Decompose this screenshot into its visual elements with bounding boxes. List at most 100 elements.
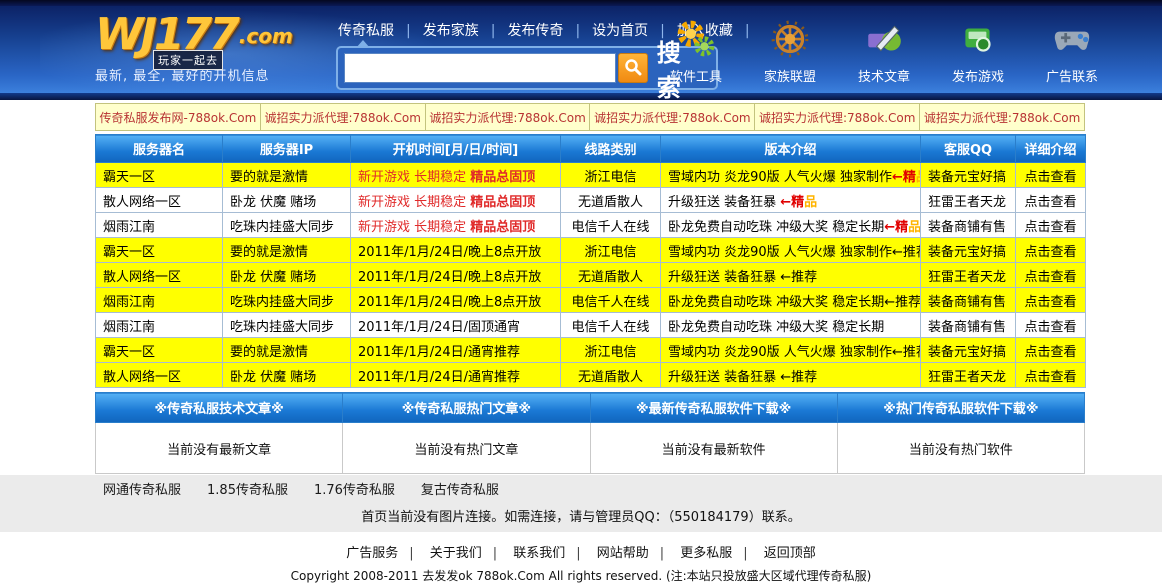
server-name: 散人网络一区 xyxy=(96,363,223,388)
col-header-server-name: 服务器名 xyxy=(96,135,223,163)
quick-link-ad-contact[interactable]: 广告联系 xyxy=(1038,18,1106,85)
footer-link-contact-us[interactable]: 联系我们 xyxy=(513,546,591,561)
admin-notice: 首页当前没有图片连接。如需连接，请与管理员QQ：（550184179）联系。 xyxy=(0,506,1162,525)
promo-link[interactable]: 诚招实力派代理:788ok.Com xyxy=(425,104,590,131)
tag-link-185[interactable]: 1.85传奇私服 xyxy=(207,479,288,498)
quick-link-tech-articles[interactable]: 技术文章 xyxy=(850,18,918,85)
version-intro: 升级狂送 装备狂暴 ←推荐 xyxy=(661,263,921,288)
header-main: WJ177.com 玩家一起去 最新, 最全, 最好的开机信息 传奇私服 发布家… xyxy=(0,6,1162,93)
publish-game-icon xyxy=(957,18,999,60)
detail-link[interactable]: 点击查看 xyxy=(1016,163,1086,188)
server-name: 霸天一区 xyxy=(96,238,223,263)
version-intro: 雪域内功 炎龙90版 人气火爆 独家制作←精品 xyxy=(661,163,921,188)
open-time: 2011年/1月/24日/晚上8点开放 xyxy=(351,288,561,313)
gray-band: 网通传奇私服 1.85传奇私服 1.76传奇私服 复古传奇私服 首页当前没有图片… xyxy=(0,475,1162,532)
promo-link[interactable]: 诚招实力派代理:788ok.Com xyxy=(755,104,920,131)
col-header-line-type: 线路类别 xyxy=(561,135,661,163)
detail-link[interactable]: 点击查看 xyxy=(1016,363,1086,388)
server-name: 烟雨江南 xyxy=(96,288,223,313)
server-name: 霸天一区 xyxy=(96,163,223,188)
table-row: 烟雨江南 吃珠内挂盛大同步 2011年/1月/24日/固顶通宵 电信千人在线 卧… xyxy=(96,313,1086,338)
promo-link[interactable]: 诚招实力派代理:788ok.Com xyxy=(590,104,755,131)
line-type: 无道盾散人 xyxy=(561,363,661,388)
col-header-version: 版本介绍 xyxy=(661,135,921,163)
version-intro: 雪域内功 炎龙90版 人气火爆 独家制作←推荐 xyxy=(661,338,921,363)
footer-link-more-servers[interactable]: 更多私服 xyxy=(680,546,758,561)
tag-link-fugu[interactable]: 复古传奇私服 xyxy=(421,479,499,498)
nav-publish-clan[interactable]: 发布家族 xyxy=(423,20,508,40)
server-name: 霸天一区 xyxy=(96,338,223,363)
nav-legend-private-server[interactable]: 传奇私服 xyxy=(338,20,423,40)
line-type: 无道盾散人 xyxy=(561,188,661,213)
gears-icon xyxy=(675,18,717,60)
logo-com: .com xyxy=(239,24,293,48)
pen-article-icon xyxy=(863,18,905,60)
detail-link[interactable]: 点击查看 xyxy=(1016,188,1086,213)
line-type: 浙江电信 xyxy=(561,238,661,263)
footer-link-about-us[interactable]: 关于我们 xyxy=(430,546,508,561)
open-time: 新开游戏 长期稳定 精品总固顶 xyxy=(351,213,561,238)
quick-link-clan-alliance[interactable]: 家族联盟 xyxy=(756,18,824,85)
col-header-detail: 详细介绍 xyxy=(1016,135,1086,163)
table-row: 散人网络一区 卧龙 伏魔 赌场 新开游戏 长期稳定 精品总固顶 无道盾散人 升级… xyxy=(96,188,1086,213)
footer-nav: 广告服务 关于我们 联系我们 网站帮助 更多私服 返回顶部 xyxy=(0,542,1162,561)
search-bar: 搜索 xyxy=(336,46,718,90)
site-logo[interactable]: WJ177.com 玩家一起去 最新, 最全, 最好的开机信息 xyxy=(95,12,335,92)
server-ip: 卧龙 伏魔 赌场 xyxy=(223,263,351,288)
version-intro: 升级狂送 装备狂暴 ←推荐 xyxy=(661,363,921,388)
search-button[interactable] xyxy=(618,53,648,83)
service-qq: 狂雷王者天龙 xyxy=(921,188,1016,213)
server-name: 烟雨江南 xyxy=(96,313,223,338)
open-time: 新开游戏 长期稳定 精品总固顶 xyxy=(351,188,561,213)
section-empty-message: 当前没有热门软件 xyxy=(837,423,1084,474)
promo-link[interactable]: 传奇私服发布网-788ok.Com xyxy=(96,104,261,131)
content: 传奇私服发布网-788ok.Com 诚招实力派代理:788ok.Com 诚招实力… xyxy=(95,103,1085,474)
server-ip: 要的就是激情 xyxy=(223,163,351,188)
section-title-hot-software: ※热门传奇私服软件下载※ xyxy=(837,393,1084,423)
server-ip: 要的就是激情 xyxy=(223,238,351,263)
promo-link[interactable]: 诚招实力派代理:788ok.Com xyxy=(920,104,1085,131)
quick-link-software-tools[interactable]: 软件工具 xyxy=(662,18,730,85)
col-header-open-time: 开机时间[月/日/时间] xyxy=(351,135,561,163)
detail-link[interactable]: 点击查看 xyxy=(1016,263,1086,288)
server-ip: 卧龙 伏魔 赌场 xyxy=(223,188,351,213)
service-qq: 装备商铺有售 xyxy=(921,313,1016,338)
detail-link[interactable]: 点击查看 xyxy=(1016,338,1086,363)
nav-publish-legend[interactable]: 发布传奇 xyxy=(507,20,592,40)
promo-links-row: 传奇私服发布网-788ok.Com 诚招实力派代理:788ok.Com 诚招实力… xyxy=(95,103,1085,131)
footer-link-site-help[interactable]: 网站帮助 xyxy=(597,546,675,561)
quick-link-label: 发布游戏 xyxy=(952,66,1004,85)
line-type: 浙江电信 xyxy=(561,338,661,363)
search-input[interactable] xyxy=(344,53,616,83)
version-intro: 雪域内功 炎龙90版 人气火爆 独家制作←推荐 xyxy=(661,238,921,263)
line-type: 电信千人在线 xyxy=(561,313,661,338)
service-qq: 装备商铺有售 xyxy=(921,288,1016,313)
site-header: WJ177.com 玩家一起去 最新, 最全, 最好的开机信息 传奇私服 发布家… xyxy=(0,0,1162,100)
footer-link-back-to-top[interactable]: 返回顶部 xyxy=(764,546,816,561)
section-title-new-software: ※最新传奇私服软件下载※ xyxy=(590,393,837,423)
open-time: 2011年/1月/24日/固顶通宵 xyxy=(351,313,561,338)
table-row: 散人网络一区 卧龙 伏魔 赌场 2011年/1月/24日/通宵推荐 无道盾散人 … xyxy=(96,363,1086,388)
version-intro: 卧龙免费自动吃珠 冲级大奖 稳定长期 xyxy=(661,313,921,338)
gamepad-icon xyxy=(1051,18,1093,60)
table-row: 霸天一区 要的就是激情 新开游戏 长期稳定 精品总固顶 浙江电信 雪域内功 炎龙… xyxy=(96,163,1086,188)
table-row: 霸天一区 要的就是激情 2011年/1月/24日/通宵推荐 浙江电信 雪域内功 … xyxy=(96,338,1086,363)
section-empty-message: 当前没有最新软件 xyxy=(590,423,837,474)
quick-link-publish-games[interactable]: 发布游戏 xyxy=(944,18,1012,85)
detail-link[interactable]: 点击查看 xyxy=(1016,288,1086,313)
tag-link-176[interactable]: 1.76传奇私服 xyxy=(314,479,395,498)
detail-link[interactable]: 点击查看 xyxy=(1016,313,1086,338)
version-intro: 卧龙免费自动吃珠 冲级大奖 稳定长期←推荐 xyxy=(661,288,921,313)
footer-link-ad-service[interactable]: 广告服务 xyxy=(346,546,424,561)
section-title-hot-articles: ※传奇私服热门文章※ xyxy=(343,393,590,423)
promo-link[interactable]: 诚招实力派代理:788ok.Com xyxy=(260,104,425,131)
tag-link-wangtong[interactable]: 网通传奇私服 xyxy=(103,479,181,498)
detail-link[interactable]: 点击查看 xyxy=(1016,238,1086,263)
table-row: 霸天一区 要的就是激情 2011年/1月/24日/晚上8点开放 浙江电信 雪域内… xyxy=(96,238,1086,263)
open-time: 2011年/1月/24日/晚上8点开放 xyxy=(351,238,561,263)
table-row: 烟雨江南 吃珠内挂盛大同步 2011年/1月/24日/晚上8点开放 电信千人在线… xyxy=(96,288,1086,313)
service-qq: 狂雷王者天龙 xyxy=(921,363,1016,388)
server-ip: 吃珠内挂盛大同步 xyxy=(223,288,351,313)
detail-link[interactable]: 点击查看 xyxy=(1016,213,1086,238)
server-table: 服务器名 服务器IP 开机时间[月/日/时间] 线路类别 版本介绍 客服QQ 详… xyxy=(95,134,1086,388)
